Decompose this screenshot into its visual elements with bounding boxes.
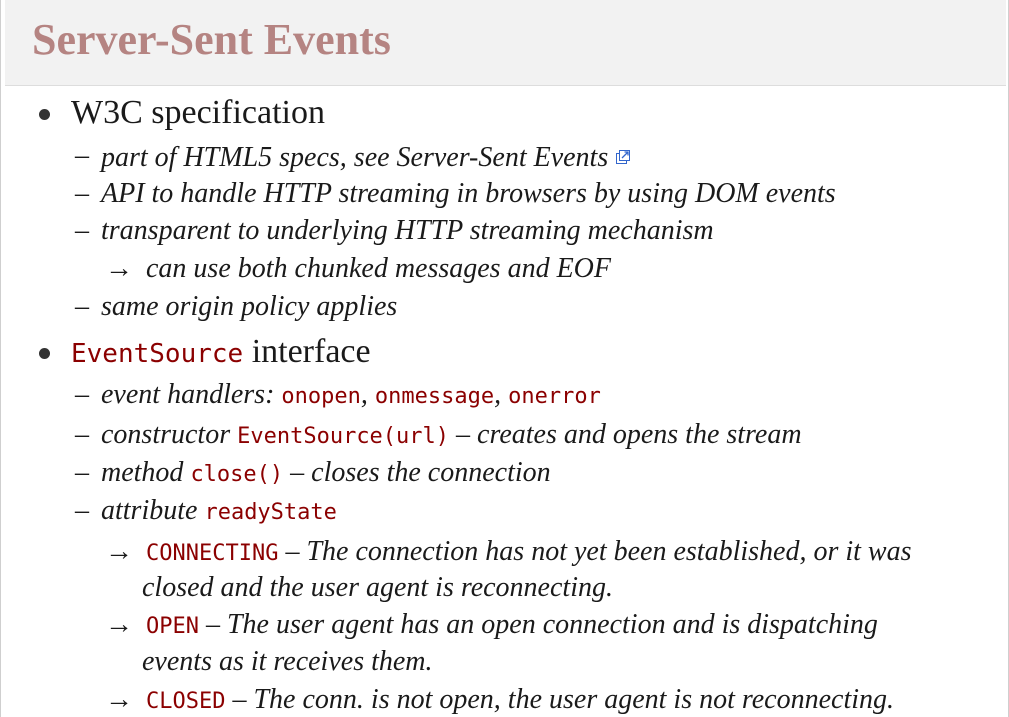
- dash-marker: –: [75, 457, 89, 488]
- dash-marker: –: [75, 291, 89, 322]
- code-close: close(): [190, 462, 284, 487]
- arrow-marker: →: [105, 609, 133, 640]
- code-connecting: CONNECTING: [146, 541, 279, 566]
- arrow-marker: →: [105, 536, 133, 567]
- state-closed: CLOSED – The conn. is not open, the user…: [146, 684, 894, 716]
- state-connecting: CONNECTING – The connection has not yet …: [146, 536, 911, 568]
- dash-marker: –: [75, 495, 89, 526]
- dash-marker: –: [75, 215, 89, 246]
- title-bar: Server-Sent Events: [5, 0, 1006, 86]
- dash-marker: –: [75, 140, 89, 171]
- sub-sub-item-chunked: can use both chunked messages and EOF: [146, 253, 612, 284]
- dash-marker: –: [75, 178, 89, 209]
- sub-item-attribute: attribute readyState: [101, 495, 337, 527]
- interface-label: interface: [251, 333, 371, 370]
- code-readystate: readyState: [204, 500, 337, 525]
- code-onmessage: onmessage: [374, 384, 495, 409]
- slide-title: Server-Sent Events: [32, 15, 391, 64]
- sub-item-method: method close() – closes the connection: [101, 457, 551, 489]
- state-open-cont: events as it receives them.: [142, 646, 433, 677]
- sub-item-same-origin: same origin policy applies: [101, 291, 398, 322]
- constructor-desc: – creates and opens the stream: [456, 419, 802, 450]
- state-open: OPEN – The user agent has an open connec…: [146, 609, 878, 641]
- constructor-text: constructor: [101, 419, 231, 450]
- handlers-text: event handlers:: [101, 379, 275, 410]
- code-open: OPEN: [146, 614, 199, 639]
- sub-item-html5-specs: part of HTML5 specs, see Server-Sent Eve…: [101, 140, 631, 174]
- sub-item-constructor: constructor EventSource(url) – creates a…: [101, 419, 802, 451]
- sub-item-event-handlers: event handlers: onopen, onmessage, onerr…: [101, 379, 601, 411]
- code-onopen: onopen: [281, 384, 361, 409]
- separator: ,: [494, 379, 502, 410]
- state-desc: – The connection has not yet been establ…: [285, 536, 912, 567]
- code-closed: CLOSED: [146, 689, 226, 714]
- dash-marker: –: [75, 419, 89, 450]
- bullet-w3c-spec: W3C specification: [71, 94, 325, 131]
- method-text: method: [101, 457, 184, 488]
- arrow-marker: →: [105, 684, 133, 715]
- dash-marker: –: [75, 379, 89, 410]
- code-eventsource: EventSource: [71, 339, 244, 369]
- code-onerror: onerror: [508, 384, 601, 409]
- external-link-icon[interactable]: [616, 140, 631, 164]
- attribute-text: attribute: [101, 495, 198, 526]
- code-constructor: EventSource(url): [237, 424, 450, 449]
- sub-item-transparent: transparent to underlying HTTP streaming…: [101, 215, 714, 246]
- sub-item-api: API to handle HTTP streaming in browsers…: [101, 178, 836, 209]
- separator: ,: [360, 379, 368, 410]
- sub-item-text: part of HTML5 specs, see Server-Sent Eve…: [101, 142, 609, 173]
- state-desc: – The conn. is not open, the user agent …: [232, 684, 895, 715]
- arrow-marker: →: [105, 253, 133, 284]
- slide: Server-Sent Events W3C specification – p…: [0, 0, 1009, 717]
- bullet-dot: [39, 348, 50, 359]
- bullet-eventsource-interface: EventSource interface: [71, 333, 371, 371]
- bullet-dot: [39, 109, 50, 120]
- state-desc: – The user agent has an open connection …: [205, 609, 878, 640]
- state-connecting-cont: closed and the user agent is reconnectin…: [142, 572, 613, 603]
- method-desc: – closes the connection: [290, 457, 551, 488]
